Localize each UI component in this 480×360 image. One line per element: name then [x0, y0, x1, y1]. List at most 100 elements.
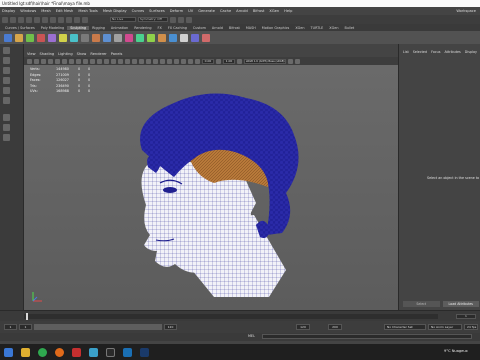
motion-blur-icon[interactable]: [146, 58, 151, 64]
menu-curves[interactable]: Curves: [132, 9, 144, 13]
shelf-tab-bullet[interactable]: Bullet: [341, 26, 357, 30]
knife-icon[interactable]: [147, 33, 155, 42]
shelf-tab-arnold[interactable]: Arnold: [209, 26, 226, 30]
camera-attributes-icon[interactable]: [34, 58, 39, 64]
load-attributes-button[interactable]: Load Attributes: [442, 301, 479, 307]
panel-layout-icon[interactable]: [288, 58, 293, 64]
outliner-layout-icon[interactable]: [3, 134, 10, 141]
fill-icon[interactable]: [136, 33, 144, 42]
wireframe-icon[interactable]: [97, 58, 102, 64]
single-view-layout-icon[interactable]: [3, 114, 10, 121]
panel-menu-lighting[interactable]: Lighting: [58, 52, 73, 56]
weather-widget[interactable]: 9°C Nuageux: [444, 349, 468, 353]
shelf-tab-turtle[interactable]: TURTLE: [308, 26, 327, 30]
bulge-icon[interactable]: [169, 33, 177, 42]
ipr-render-icon[interactable]: [178, 16, 184, 23]
freeze-icon[interactable]: [191, 33, 199, 42]
sculpt-icon[interactable]: [4, 33, 12, 42]
view-transform-dropdown[interactable]: sRGB 1.6 (ACES) Base (sRGB): [244, 58, 286, 64]
start-icon[interactable]: [4, 347, 13, 357]
field-chart-icon[interactable]: [83, 58, 88, 64]
panel-menu-renderer[interactable]: Renderer: [90, 52, 106, 56]
shadows-icon[interactable]: [132, 58, 137, 64]
repeat-icon[interactable]: [92, 33, 100, 42]
range-inner-start-field[interactable]: 1: [19, 324, 32, 330]
redo-icon[interactable]: [34, 16, 40, 23]
workspace-selector[interactable]: Workspace: [456, 9, 476, 13]
shelf-tab-motion-graphics[interactable]: Motion Graphics: [259, 26, 293, 30]
select-by-hierarchy-icon[interactable]: [42, 16, 48, 23]
scale-tool-icon[interactable]: [3, 97, 10, 104]
shelf-tab-fx[interactable]: FX: [155, 26, 165, 30]
open-scene-icon[interactable]: [10, 16, 16, 23]
gamma-field[interactable]: 1.00: [223, 58, 235, 64]
perspective-viewport[interactable]: Verts: 144980 0 0 Edges: 271009 0 0 Face…: [24, 65, 398, 310]
menu-mesh[interactable]: Mesh: [41, 9, 50, 13]
imprint-icon[interactable]: [103, 33, 111, 42]
photos-icon[interactable]: [89, 347, 98, 357]
relax-icon[interactable]: [26, 33, 34, 42]
menu-bifrost[interactable]: Bifrost: [253, 9, 265, 13]
shelf-tab-curves-surfaces[interactable]: Curves / Surfaces: [2, 26, 38, 30]
gamma-icon[interactable]: [216, 58, 221, 64]
lasso-tool-icon[interactable]: [3, 57, 10, 64]
panel-menu-shading[interactable]: Shading: [40, 52, 55, 56]
mask-icon[interactable]: [202, 33, 210, 42]
snap-point-icon[interactable]: [82, 16, 88, 23]
exposure-icon[interactable]: [195, 58, 200, 64]
anti-aliasing-icon[interactable]: [153, 58, 158, 64]
menu-cache[interactable]: Cache: [220, 9, 231, 13]
mel-label[interactable]: MEL: [248, 334, 255, 338]
current-frame-field[interactable]: 1: [456, 314, 476, 319]
shelf-tab-mash[interactable]: MASH: [243, 26, 259, 30]
select-by-component-icon[interactable]: [58, 16, 64, 23]
photoshop-icon[interactable]: [140, 347, 149, 357]
menu-display[interactable]: Display: [2, 9, 15, 13]
resolution-gate-icon[interactable]: [69, 58, 74, 64]
move-tool-icon[interactable]: [3, 77, 10, 84]
smear-icon[interactable]: [158, 33, 166, 42]
flatten-icon[interactable]: [59, 33, 67, 42]
save-scene-icon[interactable]: [18, 16, 24, 23]
isolate-select-icon[interactable]: [167, 58, 172, 64]
shelf-tab-bifrost[interactable]: Bifrost: [226, 26, 243, 30]
menu-deform[interactable]: Deform: [170, 9, 183, 13]
tab-focus[interactable]: Focus: [431, 50, 440, 54]
range-end-2-field[interactable]: 200: [328, 324, 342, 330]
backface-culling-icon[interactable]: [188, 58, 193, 64]
wax-icon[interactable]: [114, 33, 122, 42]
tab-selected[interactable]: Selected: [413, 50, 427, 54]
grab-icon[interactable]: [37, 33, 45, 42]
file-explorer-icon[interactable]: [21, 347, 30, 357]
character-set-dropdown[interactable]: No Character Set: [384, 324, 426, 330]
exposure-field[interactable]: 0.00: [202, 58, 214, 64]
snap-curve-icon[interactable]: [74, 16, 80, 23]
live-surface-field[interactable]: No Live Surface: [110, 17, 136, 22]
shelf-tab-fx-caching[interactable]: FX Caching: [165, 26, 190, 30]
tab-display[interactable]: Display: [465, 50, 477, 54]
menu-edit-mesh[interactable]: Edit Mesh: [56, 9, 74, 13]
menu-mesh-tools[interactable]: Mesh Tools: [78, 9, 97, 13]
time-slider[interactable]: 1: [0, 310, 480, 321]
menu-mesh-display[interactable]: Mesh Display: [103, 9, 127, 13]
paint-select-icon[interactable]: [3, 67, 10, 74]
range-start-field[interactable]: 1: [4, 324, 17, 330]
select-by-object-icon[interactable]: [50, 16, 56, 23]
color-management-icon[interactable]: [237, 58, 242, 64]
camera-select-icon[interactable]: [27, 58, 32, 64]
obs-icon[interactable]: [106, 347, 115, 357]
menu-surfaces[interactable]: Surfaces: [149, 9, 165, 13]
textured-icon[interactable]: [118, 58, 123, 64]
four-view-layout-icon[interactable]: [3, 124, 10, 131]
new-scene-icon[interactable]: [2, 16, 8, 23]
menu-uv[interactable]: UV: [188, 9, 193, 13]
xray-icon[interactable]: [174, 58, 179, 64]
film-gate-icon[interactable]: [62, 58, 67, 64]
chrome-icon[interactable]: [38, 347, 47, 357]
undo-icon[interactable]: [26, 16, 32, 23]
menu-windows[interactable]: Windows: [20, 9, 36, 13]
anim-layer-dropdown[interactable]: No Anim Layer: [428, 324, 462, 330]
panel-menu-show[interactable]: Show: [77, 52, 87, 56]
wireframe-on-shaded-icon[interactable]: [111, 58, 116, 64]
smooth-shade-icon[interactable]: [104, 58, 109, 64]
